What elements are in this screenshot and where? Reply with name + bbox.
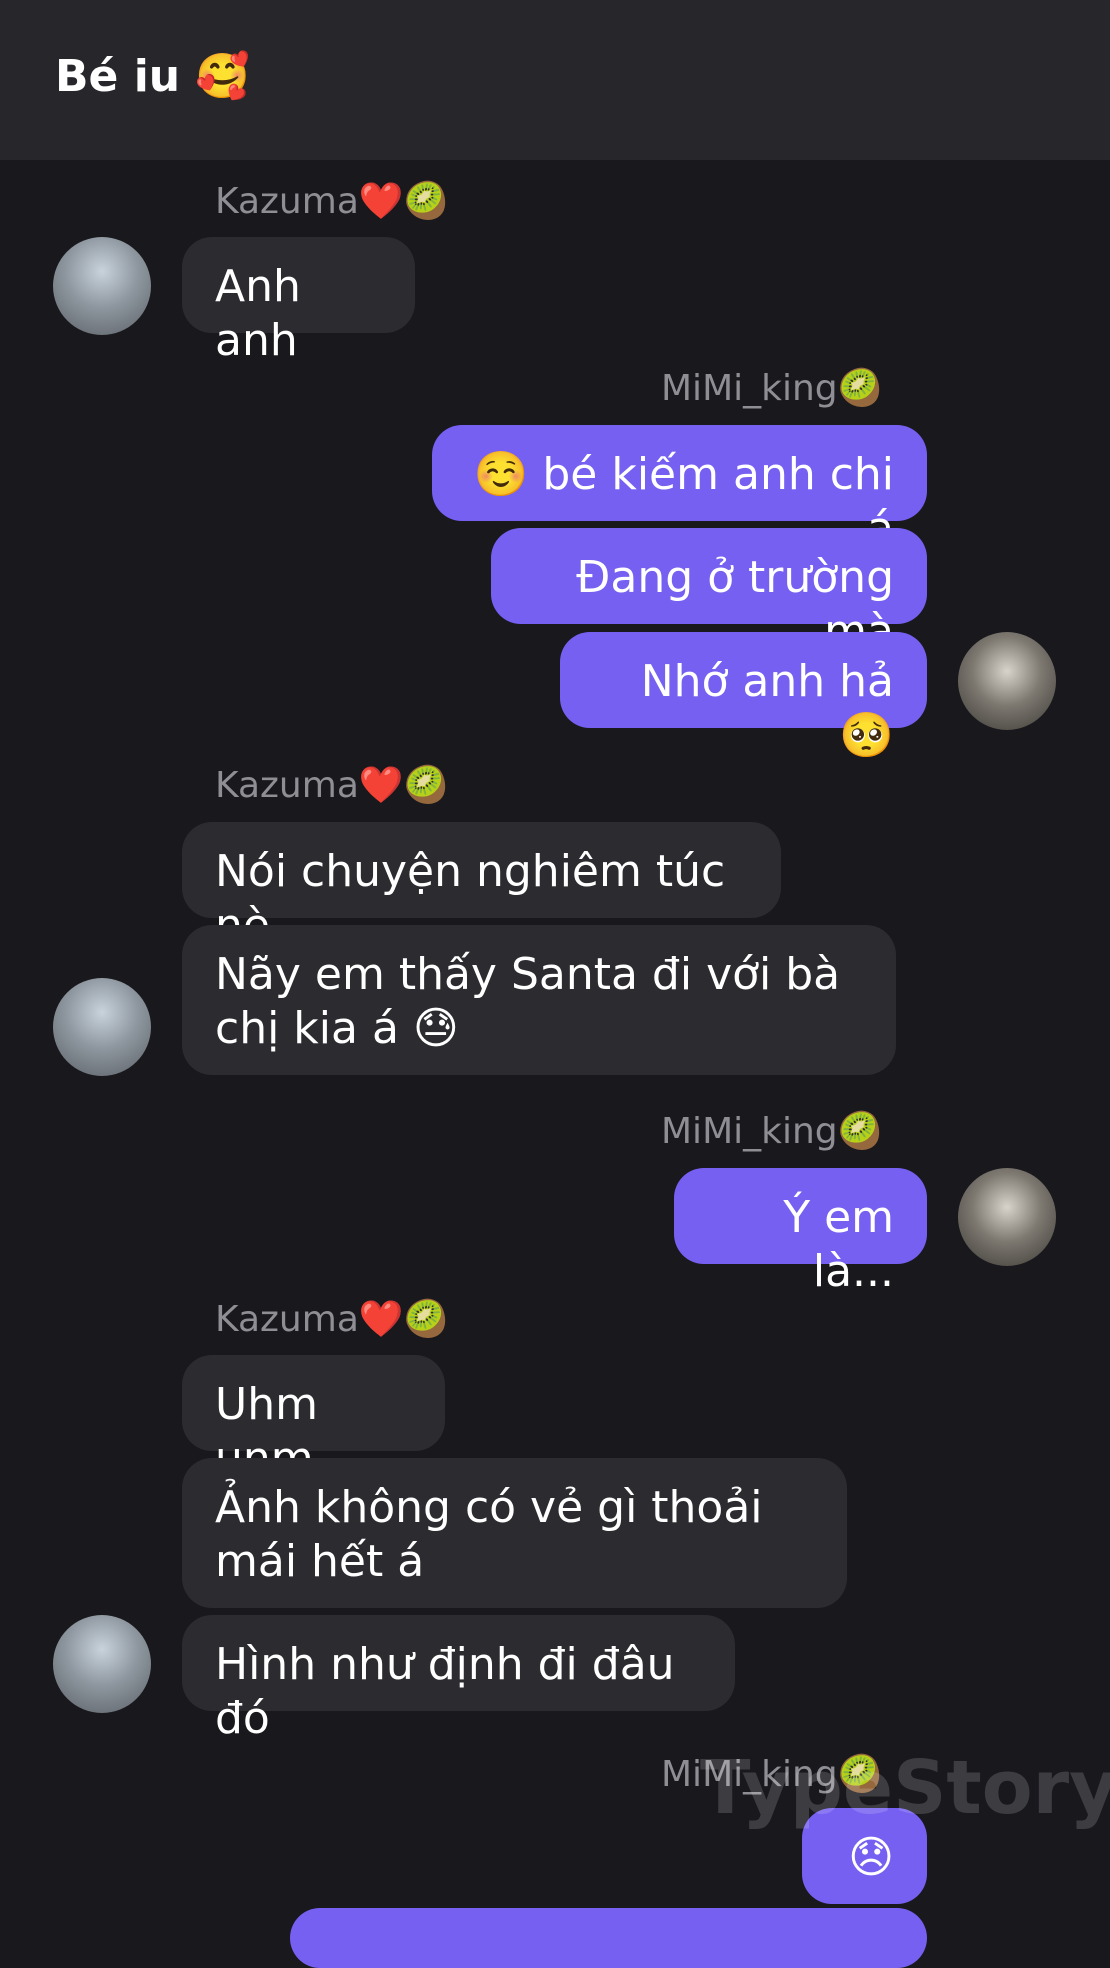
- avatar-mimi[interactable]: [958, 632, 1056, 730]
- chat-header: Bé iu 🥰: [0, 0, 1110, 160]
- sender-name-mimi: MiMi_king🥝: [661, 1111, 883, 1152]
- sender-name-kazuma: Kazuma❤️🥝: [215, 1299, 449, 1340]
- message-bubble-incoming[interactable]: Anh anh: [182, 237, 415, 366]
- message-bubble-outgoing[interactable]: Đang ở trường mà: [491, 528, 927, 657]
- sender-name-kazuma: Kazuma❤️🥝: [215, 181, 449, 222]
- chat-title: Bé iu 🥰: [55, 51, 251, 102]
- message-bubble-incoming[interactable]: Nói chuyện nghiêm túc nè: [182, 822, 781, 951]
- message-bubble-incoming[interactable]: Hình như định đi đâu đó: [182, 1615, 735, 1744]
- message-bubble-incoming[interactable]: Nãy em thấy Santa đi với bà chị kia á 😓: [182, 925, 896, 1075]
- message-bubble-incoming[interactable]: Ảnh không có vẻ gì thoải mái hết á: [182, 1458, 847, 1608]
- avatar-kazuma[interactable]: [53, 1615, 151, 1713]
- message-bubble-outgoing[interactable]: ☺️ bé kiếm anh chi á: [432, 425, 927, 554]
- message-bubble-outgoing[interactable]: Ý em là...: [674, 1168, 927, 1297]
- message-bubble-outgoing[interactable]: Nhớ anh hả 🥺: [560, 632, 927, 761]
- sender-name-kazuma: Kazuma❤️🥝: [215, 765, 449, 806]
- avatar-kazuma[interactable]: [53, 237, 151, 335]
- sender-name-mimi: MiMi_king🥝: [661, 368, 883, 409]
- message-bubble-outgoing[interactable]: [290, 1908, 927, 1968]
- watermark-logo: TypeStory: [700, 1745, 1110, 1831]
- message-bubble-incoming[interactable]: Uhm unm: [182, 1355, 445, 1484]
- avatar-mimi[interactable]: [958, 1168, 1056, 1266]
- avatar-kazuma[interactable]: [53, 978, 151, 1076]
